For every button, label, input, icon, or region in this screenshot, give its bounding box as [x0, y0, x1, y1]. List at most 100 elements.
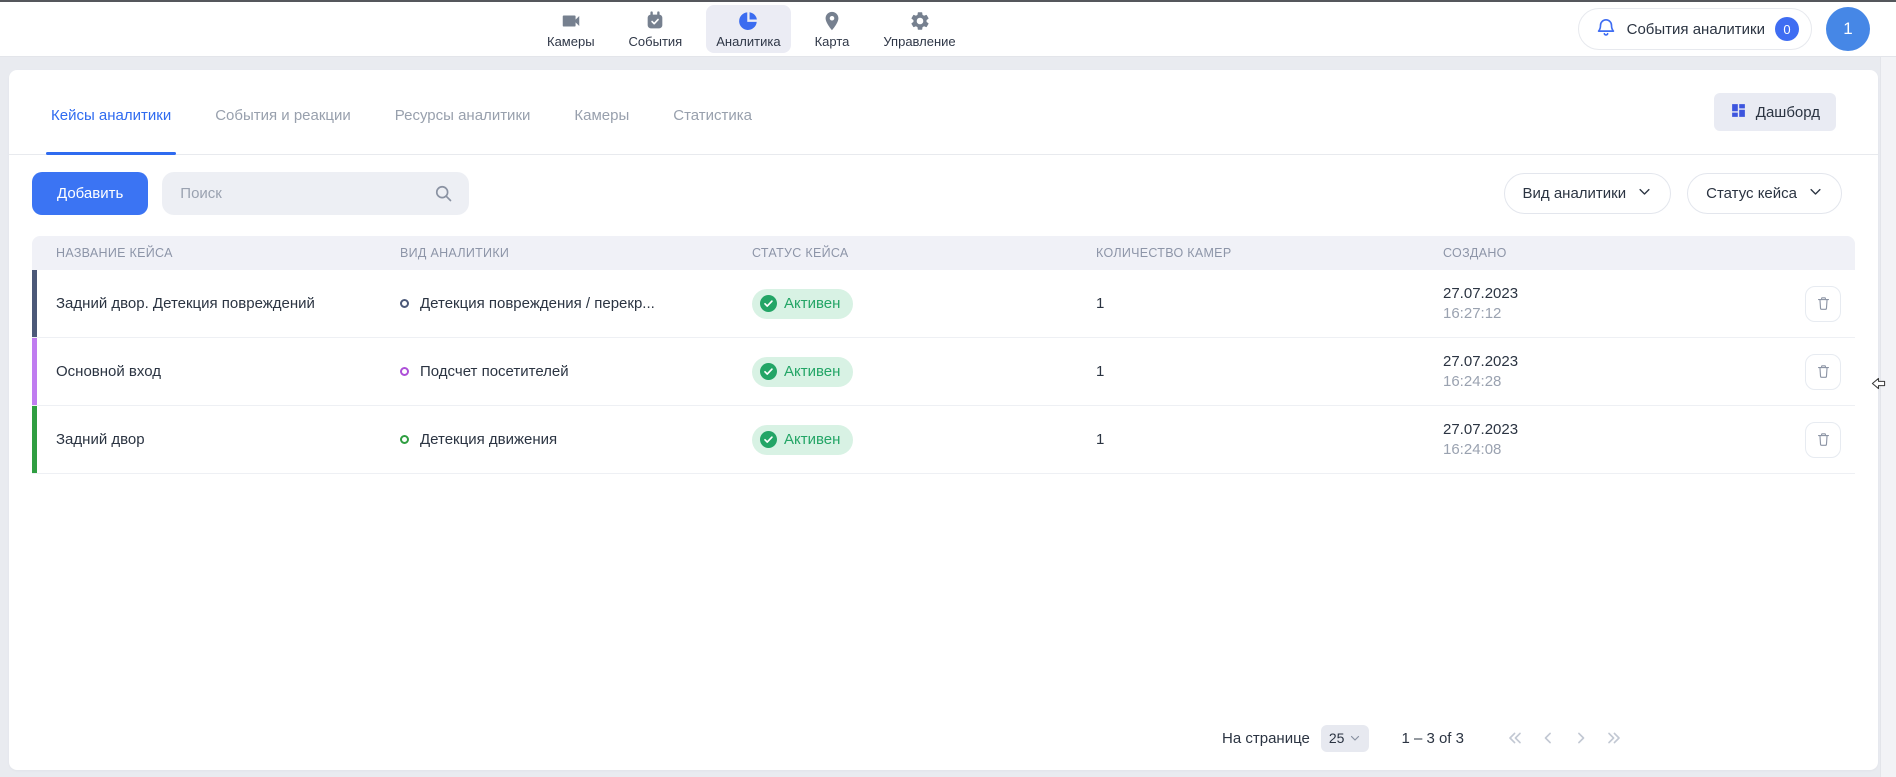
analytics-events-button[interactable]: События аналитики 0: [1578, 8, 1812, 50]
nav-item-analytics[interactable]: Аналитика: [706, 5, 790, 53]
window-top-edge: [0, 0, 1896, 2]
table-row[interactable]: Задний двор Детекция движения Активен 1 …: [32, 406, 1855, 474]
analytics-type: Детекция движения: [400, 431, 752, 448]
check-circle-icon: [760, 363, 777, 380]
nav-label: Карта: [815, 34, 850, 49]
table-row[interactable]: Основной вход Подсчет посетителей Активе…: [32, 338, 1855, 406]
per-page-select[interactable]: 25: [1321, 725, 1370, 752]
dashboard-button-label: Дашборд: [1756, 104, 1820, 121]
nav-label: Управление: [883, 34, 955, 49]
tab-analytics-resources[interactable]: Ресурсы аналитики: [390, 70, 536, 154]
delete-button[interactable]: [1805, 354, 1841, 390]
trash-icon: [1815, 431, 1832, 448]
chevron-down-icon: [1637, 184, 1652, 203]
row-color-bar: [32, 270, 37, 337]
analytics-page-card: Кейсы аналитики События и реакции Ресурс…: [9, 70, 1878, 770]
analytics-type: Детекция повреждения / перекр...: [400, 295, 752, 312]
last-page-button[interactable]: [1601, 725, 1627, 751]
user-avatar[interactable]: 1: [1826, 7, 1870, 51]
created-cell: 27.07.2023 16:24:08: [1443, 420, 1791, 460]
case-status-cell: Активен: [752, 289, 1096, 319]
camera-count: 1: [1096, 431, 1443, 448]
actions-cell: [1791, 422, 1855, 458]
search-box: [162, 172, 469, 215]
check-circle-icon: [760, 431, 777, 448]
add-button[interactable]: Добавить: [32, 172, 148, 215]
analytics-tabs: Кейсы аналитики События и реакции Ресурс…: [46, 70, 757, 154]
created-date: 27.07.2023: [1443, 284, 1791, 304]
per-page-value: 25: [1329, 730, 1345, 746]
status-badge-label: Активен: [784, 295, 840, 312]
dashboard-button[interactable]: Дашборд: [1714, 93, 1836, 131]
search-input[interactable]: [162, 172, 469, 215]
created-time: 16:24:08: [1443, 440, 1791, 460]
analytics-events-label: События аналитики: [1627, 21, 1765, 38]
video-camera-icon: [560, 10, 582, 32]
row-color-bar: [32, 338, 37, 405]
chevron-right-icon: [1571, 728, 1591, 748]
tab-statistics[interactable]: Статистика: [668, 70, 757, 154]
row-color-bar: [32, 406, 37, 473]
case-status-cell: Активен: [752, 425, 1096, 455]
case-status-filter-label: Статус кейса: [1706, 185, 1797, 202]
tab-cameras[interactable]: Камеры: [569, 70, 634, 154]
per-page-label: На странице: [1222, 730, 1310, 747]
col-case-status: СТАТУС КЕЙСА: [752, 246, 1096, 260]
navbar-right: События аналитики 0 1: [1578, 7, 1896, 51]
nav-item-map[interactable]: Карта: [805, 5, 860, 53]
double-chevron-right-icon: [1604, 728, 1624, 748]
analytics-type-filter[interactable]: Вид аналитики: [1504, 173, 1672, 214]
case-name: Основной вход: [32, 363, 400, 380]
status-badge: Активен: [752, 425, 853, 455]
nav-label: Аналитика: [716, 34, 780, 49]
actions-cell: [1791, 286, 1855, 322]
type-ring-icon: [400, 299, 409, 308]
prev-page-button[interactable]: [1535, 725, 1561, 751]
chevron-down-icon: [1349, 732, 1361, 744]
gear-icon: [909, 10, 931, 32]
nav-item-cameras[interactable]: Камеры: [537, 5, 605, 53]
created-date: 27.07.2023: [1443, 352, 1791, 372]
col-case-name: НАЗВАНИЕ КЕЙСА: [32, 246, 400, 260]
next-page-button[interactable]: [1568, 725, 1594, 751]
double-chevron-left-icon: [1505, 728, 1525, 748]
camera-count: 1: [1096, 295, 1443, 312]
delete-button[interactable]: [1805, 286, 1841, 322]
col-camera-count: КОЛИЧЕСТВО КАМЕР: [1096, 246, 1443, 260]
case-status-cell: Активен: [752, 357, 1096, 387]
pie-chart-icon: [737, 10, 759, 32]
nav-label: События: [629, 34, 683, 49]
map-pin-icon: [821, 10, 843, 32]
col-created: СОЗДАНО: [1443, 246, 1791, 260]
case-status-filter[interactable]: Статус кейса: [1687, 173, 1842, 214]
delete-button[interactable]: [1805, 422, 1841, 458]
table-header: НАЗВАНИЕ КЕЙСА ВИД АНАЛИТИКИ СТАТУС КЕЙС…: [32, 236, 1855, 270]
created-cell: 27.07.2023 16:24:28: [1443, 352, 1791, 392]
first-page-button[interactable]: [1502, 725, 1528, 751]
status-badge: Активен: [752, 357, 853, 387]
tabs-row: Кейсы аналитики События и реакции Ресурс…: [9, 70, 1878, 155]
tab-events-reactions[interactable]: События и реакции: [210, 70, 356, 154]
dashboard-grid-icon: [1730, 102, 1747, 123]
scrollbar-track[interactable]: [1880, 57, 1896, 777]
analytics-type-label: Детекция повреждения / перекр...: [420, 295, 655, 312]
tab-analytics-cases[interactable]: Кейсы аналитики: [46, 70, 176, 154]
pagination-footer: На странице 25 1 – 3 of 3: [9, 706, 1878, 770]
analytics-type-label: Детекция движения: [420, 431, 557, 448]
cases-table: НАЗВАНИЕ КЕЙСА ВИД АНАЛИТИКИ СТАТУС КЕЙС…: [32, 236, 1855, 474]
nav-item-management[interactable]: Управление: [873, 5, 965, 53]
trash-icon: [1815, 363, 1832, 380]
trash-icon: [1815, 295, 1832, 312]
case-name: Задний двор: [32, 431, 400, 448]
search-icon: [433, 183, 454, 209]
main-nav: Камеры События Аналитика Карта Управлени…: [537, 5, 966, 53]
nav-item-events[interactable]: События: [619, 5, 693, 53]
created-time: 16:24:28: [1443, 372, 1791, 392]
table-row[interactable]: Задний двор. Детекция повреждений Детекц…: [32, 270, 1855, 338]
page-range: 1 – 3 of 3: [1401, 730, 1464, 747]
bell-icon: [1595, 16, 1617, 42]
type-ring-icon: [400, 367, 409, 376]
pager: [1502, 725, 1627, 751]
mouse-cursor: [1871, 376, 1886, 396]
calendar-check-icon: [644, 10, 666, 32]
